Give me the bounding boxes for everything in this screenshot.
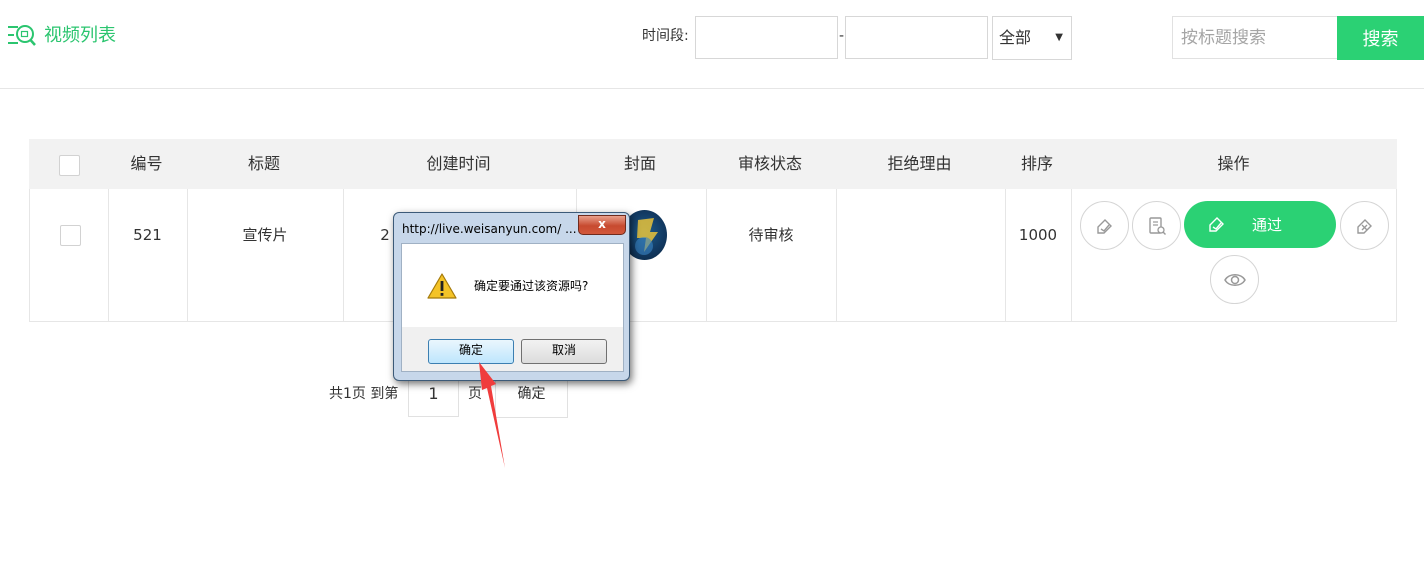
status-select-value: 全部 (999, 28, 1032, 47)
column-header-reject-reason: 拒绝理由 (887, 154, 952, 173)
dialog-cancel-button[interactable]: 取消 (521, 339, 607, 364)
reject-button[interactable] (1340, 201, 1389, 250)
review-icon (1148, 216, 1166, 235)
caret-down-icon: ▼ (1055, 32, 1063, 43)
column-header-title: 标题 (247, 154, 280, 173)
dialog-body: 确定要通过该资源吗? (401, 243, 624, 329)
cell-sort: 1000 (1018, 226, 1058, 244)
table-row: 521 宣传片 2 待审核 1000 通过 (29, 189, 1397, 322)
column-header-id: 编号 (130, 154, 163, 173)
row-checkbox[interactable] (60, 225, 81, 246)
cell-id: 521 (133, 226, 162, 244)
dialog-title: http://live.weisanyun.com/ ... (402, 222, 577, 236)
cell-title: 宣传片 (242, 226, 288, 244)
table-header: 编号 标题 创建时间 封面 审核状态 拒绝理由 排序 操作 (29, 139, 1397, 189)
dialog-message: 确定要通过该资源吗? (474, 279, 589, 293)
warning-icon (427, 273, 457, 299)
date-separator: - (839, 28, 845, 44)
time-range-label: 时间段: (642, 28, 689, 44)
end-date-input[interactable] (845, 16, 988, 59)
start-date-input[interactable] (695, 16, 838, 59)
reject-icon (1356, 218, 1372, 234)
approve-icon (1209, 217, 1224, 232)
cell-created: 2 (380, 226, 390, 244)
search-input[interactable] (1172, 16, 1338, 59)
preview-button[interactable] (1210, 255, 1259, 304)
page-title: 视频列表 (44, 25, 116, 46)
review-button[interactable] (1132, 201, 1181, 250)
edit-button[interactable] (1080, 201, 1129, 250)
column-header-sort: 排序 (1020, 154, 1053, 173)
edit-icon (1096, 218, 1112, 234)
select-all-checkbox[interactable] (59, 155, 80, 176)
pagination-total: 共1页 到第 (329, 386, 399, 402)
approve-button-label: 通过 (1252, 216, 1283, 234)
search-button[interactable]: 搜索 (1337, 16, 1424, 60)
video-list-icon (8, 25, 36, 46)
column-header-cover: 封面 (623, 154, 656, 173)
status-select[interactable]: 全部 ▼ (992, 16, 1072, 60)
annotation-arrow-icon (479, 362, 505, 468)
preview-icon (1223, 273, 1246, 286)
column-header-actions: 操作 (1217, 154, 1250, 173)
header-divider (0, 88, 1424, 89)
cell-status: 待审核 (748, 226, 794, 244)
column-header-status: 审核状态 (737, 154, 802, 173)
column-header-created: 创建时间 (426, 154, 491, 173)
approve-button[interactable]: 通过 (1184, 201, 1336, 248)
dialog-close-button[interactable]: x (578, 215, 626, 235)
